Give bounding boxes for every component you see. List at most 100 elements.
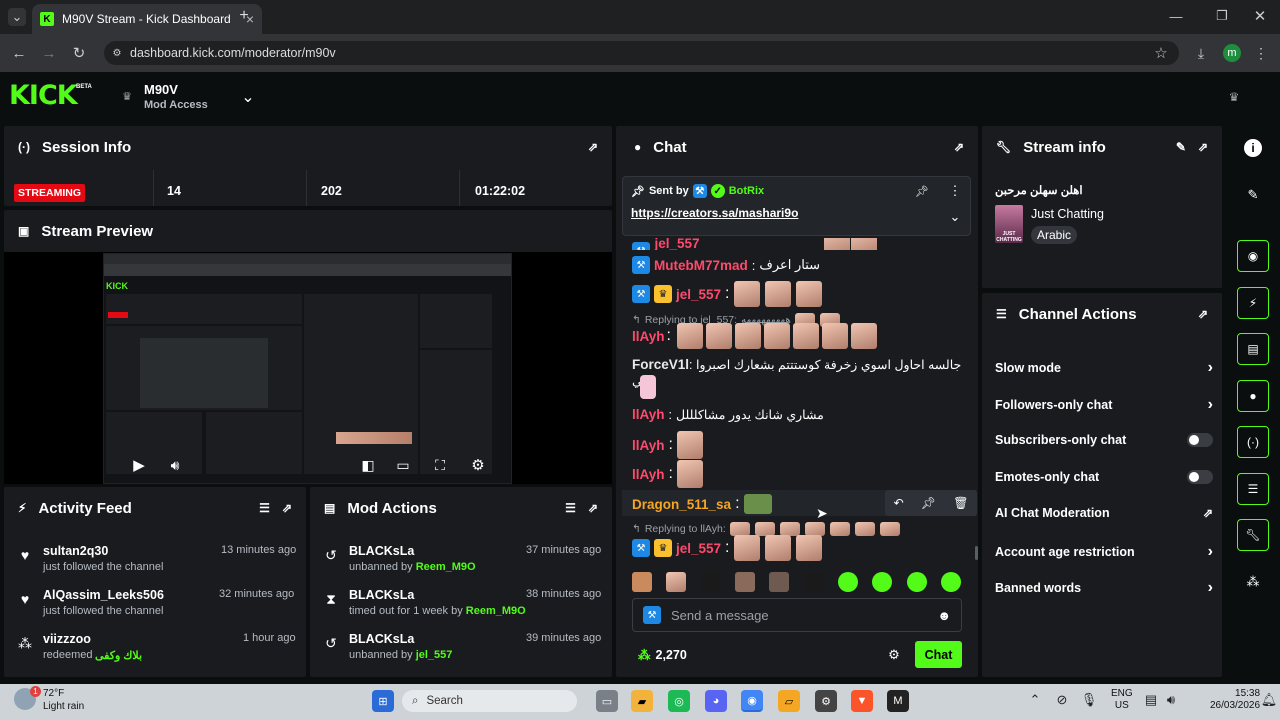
play-icon[interactable]: ▶ [130, 456, 148, 474]
tray-app-icon[interactable]: ⊘ [1054, 692, 1070, 708]
app-icon[interactable]: ◎ [668, 690, 690, 712]
fullscreen-icon[interactable]: ⛶ [432, 456, 448, 474]
delete-icon[interactable]: 🗑︎ [953, 496, 968, 510]
quick-emote[interactable] [803, 572, 824, 592]
quick-emote[interactable] [632, 572, 652, 592]
chat-username[interactable]: Dragon_511_sa [632, 497, 731, 512]
download-icon[interactable]: ⤓ [1192, 44, 1210, 62]
pinned-expand-chevron-icon[interactable]: ⌄ [948, 209, 962, 224]
address-bar[interactable]: dashboard.kick.com/moderator/m90v [104, 41, 1179, 65]
sidebar-session-button[interactable]: (·) [1237, 426, 1269, 458]
info-icon[interactable]: i [1244, 139, 1262, 157]
mod-action-by[interactable]: jel_557 [416, 649, 453, 661]
window-restore-icon[interactable]: ❐ [1214, 8, 1230, 24]
sidebar-mod-actions-button[interactable]: ▤ [1237, 333, 1269, 365]
stream-category[interactable]: Just Chatting [1031, 207, 1104, 221]
windows-start-icon[interactable]: ⊞ [372, 690, 394, 712]
clock[interactable]: 15:38 26/03/2026 [1210, 688, 1260, 712]
category-thumbnail[interactable]: JUST CHATTING [995, 205, 1023, 243]
chat-username[interactable]: jel_557 [654, 238, 699, 250]
pinned-link[interactable]: https://creators.sa/mashari9o [631, 206, 798, 220]
popout-icon[interactable]: ⇗ [1198, 140, 1208, 154]
chat-input[interactable]: ⚒ Send a message ☻ [632, 598, 962, 632]
channel-action-banned-words[interactable]: Banned words › [995, 579, 1213, 597]
popout-icon[interactable]: ⇗ [588, 501, 598, 515]
chrome-icon[interactable]: ◉ [741, 690, 763, 712]
sidebar-activity-button[interactable]: ⚡︎ [1237, 287, 1269, 319]
channel-action-ai-moderation[interactable]: AI Chat Moderation ⇗ [995, 506, 1213, 520]
task-view-icon[interactable]: ▭ [596, 690, 618, 712]
pinned-sender[interactable]: BotRix [729, 185, 764, 197]
volume-tray-icon[interactable]: 🔊︎ [1163, 692, 1179, 708]
notifications-icon[interactable]: 🔔︎ [1261, 692, 1278, 708]
popout-icon[interactable]: ⇗ [588, 140, 598, 154]
quick-emote[interactable] [666, 572, 687, 592]
tab-search-chevron-icon[interactable]: ⌄ [8, 8, 26, 26]
emoji-picker-icon[interactable]: ☻ [937, 608, 951, 623]
edit-layout-pencil-icon[interactable]: ✎ [1244, 186, 1262, 204]
quick-emote[interactable] [837, 572, 858, 592]
mod-action-by[interactable]: Reem_M9O [416, 561, 476, 573]
emotes-only-toggle[interactable] [1187, 470, 1213, 484]
activity-user[interactable]: viizzzoo [43, 632, 91, 646]
new-tab-plus-icon[interactable]: + [236, 7, 252, 24]
user-avatar-icon[interactable]: ♛ [1224, 88, 1244, 106]
quick-emote[interactable] [872, 572, 893, 592]
language-indicator[interactable]: ENG US [1111, 688, 1133, 712]
tray-chevron-up-icon[interactable]: ⌃ [1028, 692, 1042, 708]
discord-icon[interactable]: ◕ [705, 690, 727, 712]
sidebar-channel-actions-button[interactable]: ☰ [1237, 473, 1269, 505]
chat-username[interactable]: jel_557 [676, 541, 721, 556]
steam-icon[interactable]: ⚙ [815, 690, 837, 712]
channel-action-account-age[interactable]: Account age restriction › [995, 543, 1213, 561]
popout-icon[interactable]: ⇗ [1198, 307, 1208, 321]
microphone-icon[interactable]: 🎙︎ [1081, 692, 1098, 708]
forward-arrow-icon[interactable]: → [40, 44, 58, 62]
volume-icon[interactable]: 🔊︎ [165, 456, 185, 474]
unpin-icon[interactable]: 📌︎ [915, 184, 929, 198]
quick-emote[interactable] [734, 572, 755, 592]
quick-emote[interactable] [906, 572, 927, 592]
window-close-icon[interactable]: ✕ [1252, 8, 1268, 25]
mod-action-user[interactable]: BLACKsLa [349, 588, 414, 602]
folder-icon[interactable]: ▱ [778, 690, 800, 712]
filter-icon[interactable]: ☰ [565, 501, 576, 515]
mod-action-user[interactable]: BLACKsLa [349, 544, 414, 558]
mod-action-user[interactable]: BLACKsLa [349, 632, 414, 646]
send-chat-button[interactable]: Chat [915, 641, 962, 668]
subscribers-only-toggle[interactable] [1187, 433, 1213, 447]
browser-menu-icon[interactable]: ⋮ [1254, 44, 1268, 62]
back-arrow-icon[interactable]: ← [10, 44, 28, 62]
chat-reply-context[interactable]: ↰ Replying to llAyh: [632, 522, 901, 536]
brave-icon[interactable]: ▼ [851, 690, 873, 712]
settings-gear-icon[interactable]: ⚙ [469, 456, 487, 474]
quick-emote[interactable] [940, 572, 961, 592]
network-icon[interactable]: ▤ [1143, 692, 1159, 708]
window-minimize-icon[interactable]: — [1168, 8, 1184, 24]
sidebar-stream-preview-button[interactable]: ◉ [1237, 240, 1269, 272]
file-explorer-icon[interactable]: ▰ [631, 690, 653, 712]
pinned-menu-icon[interactable]: ⋮ [948, 183, 962, 198]
activity-user[interactable]: sultan2q30 [43, 544, 108, 558]
chat-username[interactable]: llAyh [632, 407, 665, 422]
chat-username[interactable]: jel_557 [676, 287, 721, 302]
edit-pencil-icon[interactable]: ✎ [1176, 140, 1186, 154]
sidebar-chat-button[interactable]: ● [1237, 380, 1269, 412]
quick-emote[interactable] [769, 572, 790, 592]
app-icon[interactable]: M [887, 690, 909, 712]
browser-tab[interactable]: K M90V Stream - Kick Dashboard × [32, 4, 262, 34]
filter-icon[interactable]: ☰ [259, 501, 270, 515]
activity-user[interactable]: AlQassim_Leeks506 [43, 588, 164, 602]
chat-username[interactable]: llAyh [632, 329, 665, 344]
sidebar-stream-info-button[interactable]: 🔧︎ [1237, 519, 1269, 551]
chat-username[interactable]: llAyh [632, 438, 665, 453]
chat-username[interactable]: MutebM77mad [654, 258, 748, 273]
chat-scrollbar[interactable] [975, 546, 978, 560]
theater-icon[interactable]: ▭ [395, 456, 411, 474]
pin-message-icon[interactable]: 📌︎ [921, 496, 936, 510]
points-icon[interactable]: ⁂ [1244, 573, 1262, 591]
bookmark-star-icon[interactable]: ☆ [1152, 44, 1170, 62]
channel-switcher-chevron-icon[interactable]: ⌄ [238, 88, 258, 106]
kick-logo[interactable]: KICK [9, 80, 78, 111]
popout-icon[interactable]: ⇗ [954, 140, 964, 154]
